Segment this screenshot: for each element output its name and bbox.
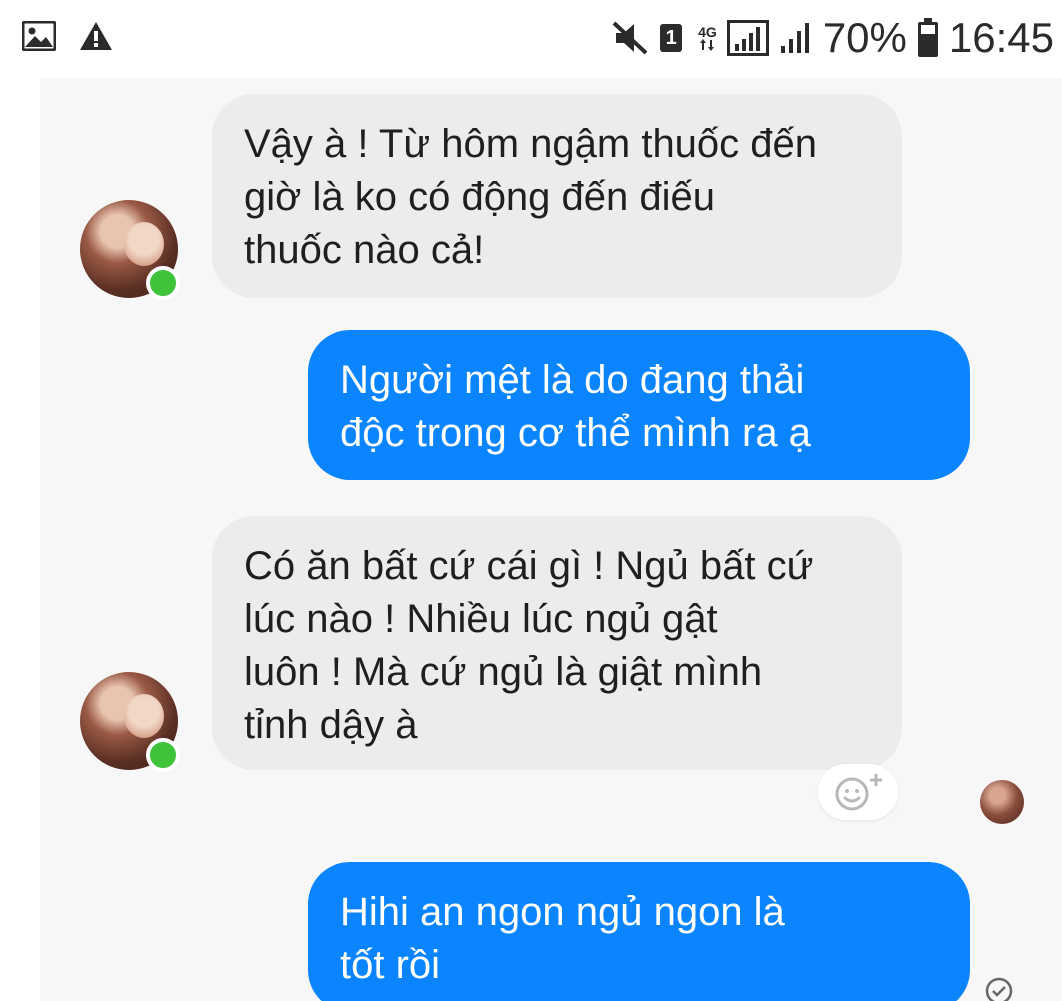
avatar-face (124, 694, 164, 738)
message-line: thuốc nào cả! (244, 228, 485, 272)
add-reaction-button[interactable] (818, 764, 898, 820)
message-line: luôn ! Mà cứ ngủ là giật mình (244, 650, 763, 694)
conversation-thread[interactable]: Vậy à ! Từ hôm ngậm thuốc đến giờ là ko … (40, 78, 1062, 1001)
online-status-dot (146, 266, 180, 300)
online-status-dot (146, 738, 180, 772)
messenger-screen: 1 4G 70% 16:45 Vậy à ! Từ hôm ngậm thuốc… (0, 0, 1062, 1001)
warning-icon (80, 22, 112, 50)
data-arrows-icon (700, 39, 715, 51)
message-line: Người mệt là do đang thải (340, 358, 805, 402)
smiley-plus-icon (835, 774, 882, 811)
sent-check-icon (985, 977, 1013, 1001)
message-line: tốt rồi (340, 943, 441, 987)
clock: 16:45 (948, 14, 1054, 61)
message-line: Vậy à ! Từ hôm ngậm thuốc đến (244, 122, 818, 166)
avatar-face (124, 222, 164, 266)
mute-icon (612, 21, 648, 55)
signal-sim1-icon (726, 20, 769, 56)
contact-avatar[interactable] (80, 200, 180, 300)
status-left-icons (22, 20, 114, 52)
message-line: tỉnh dậy à (244, 703, 418, 747)
signal-sim2-icon (780, 23, 809, 53)
image-icon (22, 21, 56, 51)
network-indicator: 4G (698, 25, 717, 51)
status-bar: 1 4G 70% 16:45 (0, 0, 1062, 78)
sim-badge: 1 (660, 24, 683, 52)
message-bubble-incoming[interactable]: Có ăn bất cứ cái gì ! Ngủ bất cứ lúc nào… (212, 516, 902, 770)
battery-percent: 70% (822, 14, 907, 61)
network-type: 4G (698, 24, 717, 40)
message-bubble-outgoing[interactable]: Người mệt là do đang thải độc trong cơ t… (308, 330, 970, 480)
contact-avatar[interactable] (80, 672, 180, 772)
message-bubble-outgoing[interactable]: Hihi an ngon ngủ ngon là tốt rồi (308, 862, 970, 1001)
message-line: lúc nào ! Nhiều lúc ngủ gật (244, 597, 718, 641)
message-line: Có ăn bất cứ cái gì ! Ngủ bất cứ (244, 544, 814, 588)
battery-icon (917, 18, 938, 57)
message-line: Hihi an ngon ngủ ngon là (340, 890, 785, 934)
status-right-icons: 1 4G 70% 16:45 (610, 14, 1054, 62)
read-receipt-avatar (980, 780, 1024, 824)
message-bubble-incoming[interactable]: Vậy à ! Từ hôm ngậm thuốc đến giờ là ko … (212, 94, 902, 298)
message-line: độc trong cơ thể mình ra ạ (340, 411, 811, 455)
message-line: giờ là ko có động đến điếu (244, 175, 716, 219)
